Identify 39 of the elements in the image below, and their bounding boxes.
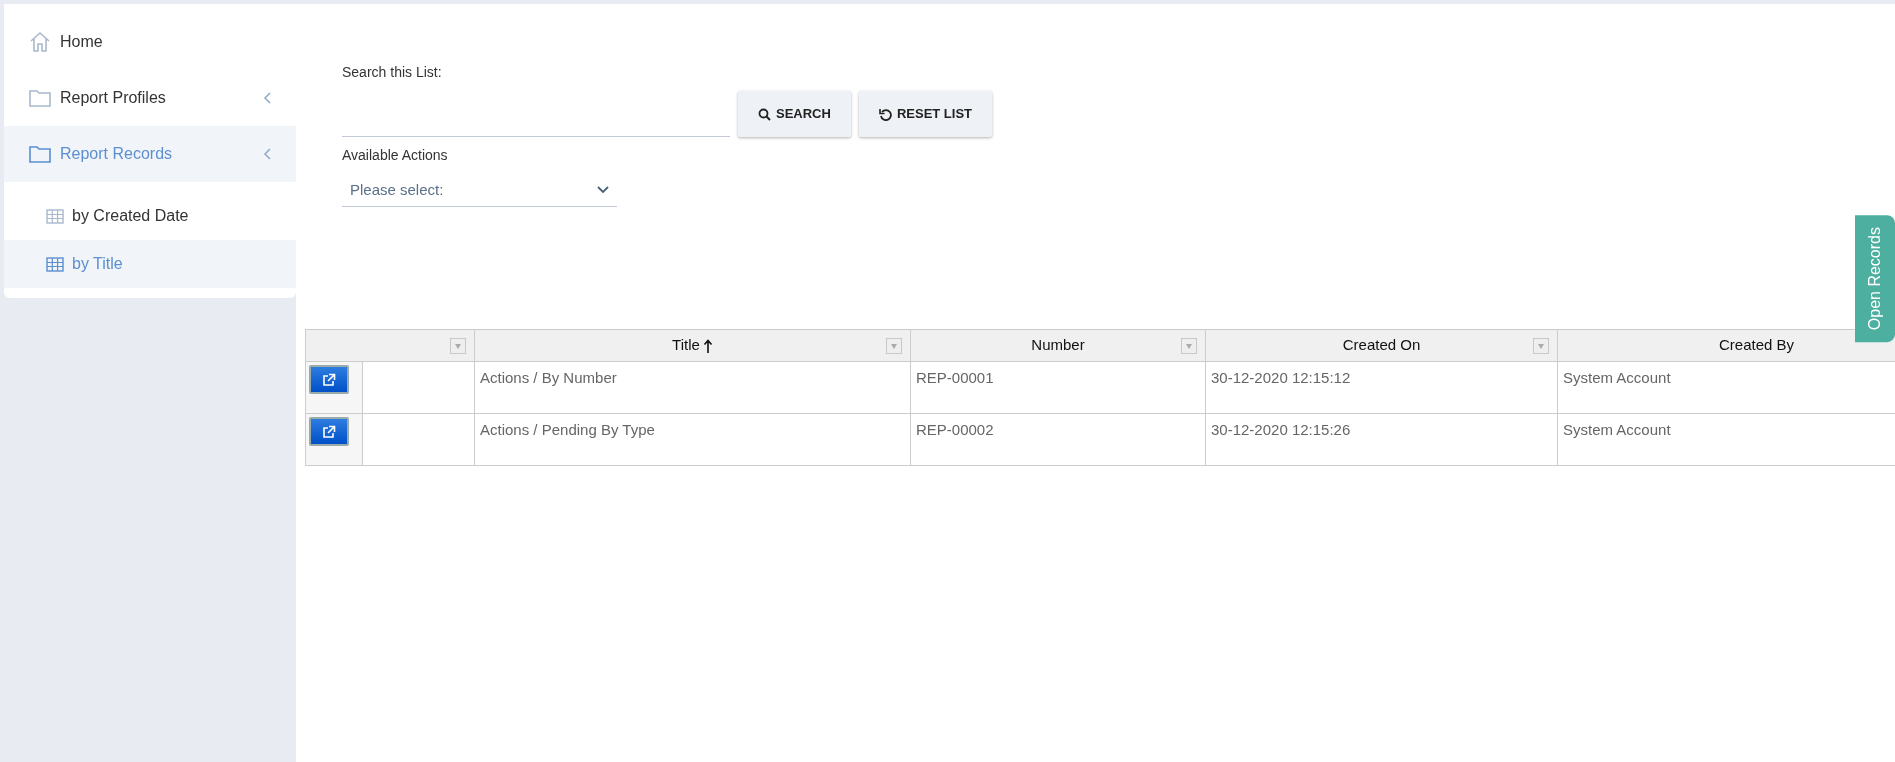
table-cell: REP-00001 <box>910 361 1206 414</box>
table-cell: Actions / Pending By Type <box>474 413 911 466</box>
reset-button[interactable]: RESET LIST <box>858 91 993 137</box>
caret-down-icon <box>1536 341 1546 351</box>
column-header: Created By <box>1557 329 1895 362</box>
chevron-left-icon <box>263 92 272 104</box>
sidebar-subitem[interactable]: by Created Date <box>4 192 296 240</box>
column-header: Title <box>474 329 911 362</box>
open-record-button[interactable] <box>309 417 349 446</box>
filter-button[interactable] <box>450 338 466 354</box>
open-record-button[interactable] <box>309 365 349 394</box>
filter-button[interactable] <box>886 338 902 354</box>
actions-dropdown[interactable]: Please select: <box>342 174 617 207</box>
field-label: Search this List: <box>342 63 443 82</box>
sidebar-item[interactable]: Home <box>4 14 296 70</box>
sidebar-item[interactable]: Report Profiles <box>4 70 296 126</box>
external-link-icon <box>322 424 336 439</box>
reset-icon <box>878 107 892 121</box>
table-cell: Actions / By Number <box>474 361 911 414</box>
caret-down-icon <box>889 341 899 351</box>
field-label: Available Actions <box>342 146 449 165</box>
caret-down-icon <box>453 341 463 351</box>
search-icon <box>758 107 771 121</box>
table-icon <box>46 255 64 273</box>
table-icon <box>46 207 64 225</box>
column-header: Number <box>910 329 1206 362</box>
table-cell: 30-12-2020 12:15:26 <box>1205 413 1558 466</box>
filter-button[interactable] <box>1533 338 1549 354</box>
chevron-left-icon <box>263 148 272 160</box>
sort-arrow-icon <box>702 338 713 354</box>
chevron-down-icon <box>597 186 609 194</box>
table-cell: REP-00002 <box>910 413 1206 466</box>
search-button[interactable]: SEARCH <box>738 91 851 137</box>
column-header: Created On <box>1205 329 1558 362</box>
home-icon <box>28 30 52 54</box>
caret-down-icon <box>1184 341 1194 351</box>
external-link-icon <box>322 372 336 387</box>
filter-button[interactable] <box>1181 338 1197 354</box>
table-cell: 30-12-2020 12:15:12 <box>1205 361 1558 414</box>
